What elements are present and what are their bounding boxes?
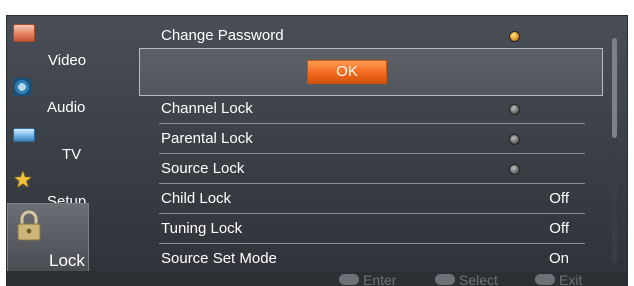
tv-menu-window: Video Audio TV ★ Setup Lock Change Passw…	[6, 15, 628, 286]
selection-dot-icon	[509, 164, 520, 175]
sidebar-item-audio[interactable]: Audio	[7, 76, 102, 124]
menu-row-label: Channel Lock	[161, 100, 253, 117]
select-key-icon	[435, 274, 455, 285]
hint-select: Select	[435, 272, 498, 286]
menu-row-value: On	[548, 250, 569, 267]
sidebar-item-label: Lock	[49, 251, 85, 270]
hint-enter: Enter	[339, 272, 397, 286]
sidebar-item-label: Audio	[47, 99, 86, 116]
audio-icon	[13, 78, 31, 96]
menu-row-child-lock[interactable]: Child Lock Off	[159, 184, 585, 214]
ok-button[interactable]: OK	[307, 60, 387, 84]
star-icon: ★	[13, 167, 33, 192]
lock-menu-content: Change Password OK Channel Lock Parental…	[107, 16, 627, 285]
menu-row-label: Child Lock	[161, 190, 232, 207]
menu-row-label: Change Password	[161, 27, 284, 44]
menu-row-parental-lock[interactable]: Parental Lock	[159, 124, 585, 154]
enter-key-icon	[339, 274, 359, 285]
menu-row-channel-lock[interactable]: Channel Lock	[159, 94, 585, 124]
menu-row-label: Source Lock	[161, 160, 245, 177]
sidebar: Video Audio TV ★ Setup Lock	[7, 16, 102, 285]
menu-row-value: Off	[549, 220, 569, 237]
sidebar-item-label: Video	[48, 52, 87, 69]
hint-exit-label: Exit	[559, 272, 583, 286]
menu-row-tuning-lock[interactable]: Tuning Lock Off	[159, 214, 585, 244]
sidebar-item-video[interactable]: Video	[7, 22, 102, 70]
menu-row-source-set-mode[interactable]: Source Set Mode On	[159, 244, 585, 274]
padlock-icon	[14, 210, 44, 242]
menu-row-value: Off	[549, 190, 569, 207]
selection-dot-icon	[509, 104, 520, 115]
sidebar-item-tv[interactable]: TV	[7, 124, 102, 172]
scrollbar[interactable]	[612, 38, 617, 263]
exit-key-icon	[535, 274, 555, 285]
menu-row-source-lock[interactable]: Source Lock	[159, 154, 585, 184]
sidebar-item-lock[interactable]: Lock	[7, 203, 89, 281]
footer-hints: Enter Select Exit	[7, 271, 627, 286]
scroll-thumb[interactable]	[612, 38, 617, 138]
video-icon	[13, 24, 35, 42]
sidebar-item-label: TV	[62, 146, 82, 163]
hint-enter-label: Enter	[363, 272, 397, 286]
menu-row-label: Parental Lock	[161, 130, 253, 147]
menu-row-label: Tuning Lock	[161, 220, 243, 237]
hint-exit: Exit	[535, 272, 583, 286]
selection-dot-icon	[509, 31, 520, 42]
confirm-dialog: OK	[139, 48, 603, 96]
selection-dot-icon	[509, 134, 520, 145]
menu-row-label: Source Set Mode	[161, 250, 277, 267]
tv-icon	[13, 128, 35, 142]
hint-select-label: Select	[459, 272, 498, 286]
